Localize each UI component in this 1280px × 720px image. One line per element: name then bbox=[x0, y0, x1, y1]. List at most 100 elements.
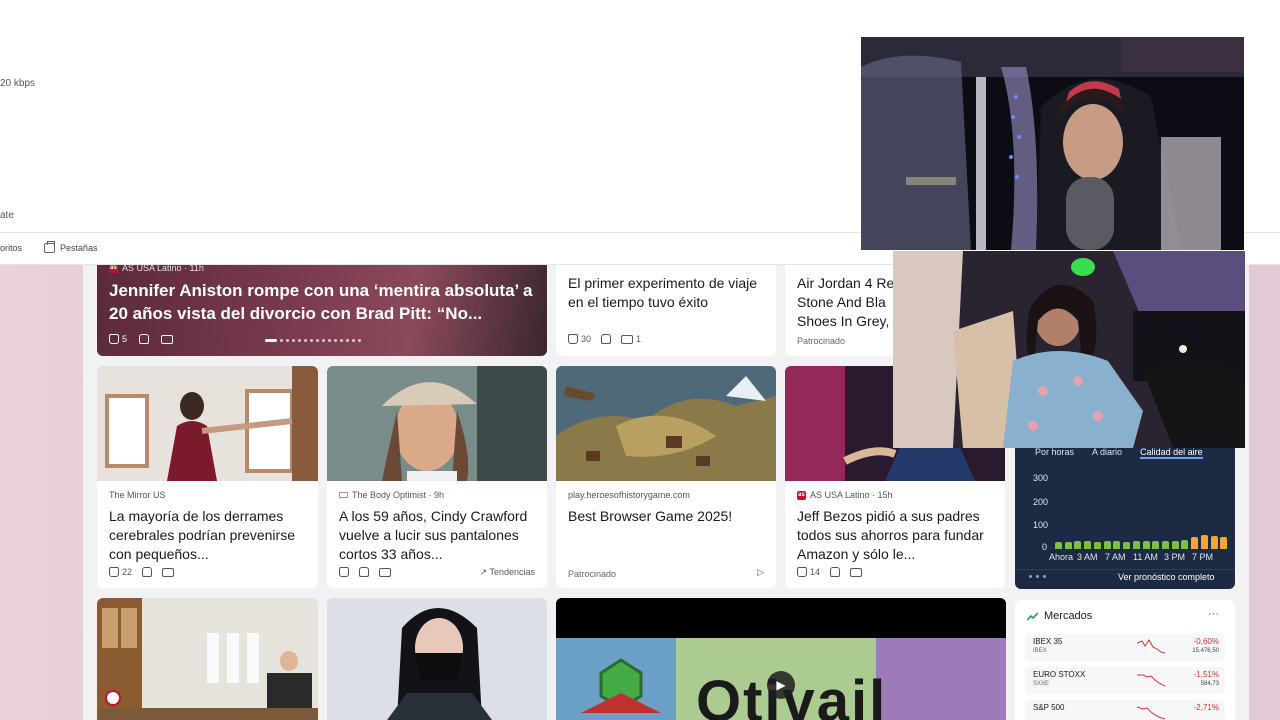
card-source: as AS USA Latino · 15h bbox=[797, 490, 893, 500]
card-actions: 30 1 bbox=[568, 334, 641, 344]
markets-header[interactable]: Mercados bbox=[1027, 610, 1092, 622]
news-card-warrior[interactable] bbox=[327, 598, 547, 720]
carousel-dot[interactable] bbox=[310, 339, 313, 342]
carousel-dot[interactable] bbox=[328, 339, 331, 342]
like-button[interactable]: 30 bbox=[568, 334, 591, 344]
news-card-cindy-crawford[interactable]: The Body Optimist · 9h A los 59 años, Ci… bbox=[327, 366, 547, 588]
aqi-bar bbox=[1152, 541, 1159, 549]
carousel-dot[interactable] bbox=[340, 339, 343, 342]
card-source: The Body Optimist · 9h bbox=[339, 490, 444, 500]
market-value: 15.476,50 bbox=[1192, 648, 1219, 654]
carousel-dot[interactable] bbox=[316, 339, 319, 342]
tab-hourly[interactable]: Por horas bbox=[1035, 447, 1074, 459]
card-image bbox=[97, 598, 318, 720]
card-image bbox=[556, 366, 776, 481]
favorites-item[interactable]: oritos bbox=[0, 243, 22, 253]
video-card[interactable]: Otivail ▶ bbox=[556, 598, 1006, 720]
dislike-button[interactable] bbox=[359, 567, 369, 577]
market-symbol: SXXE bbox=[1033, 681, 1050, 687]
carousel-dot[interactable] bbox=[265, 339, 277, 342]
card-source: play.heroesofhistorygame.com bbox=[568, 490, 690, 500]
aqi-bar bbox=[1191, 537, 1198, 549]
trending-label: ↗ Tendencias bbox=[480, 567, 535, 578]
carousel-dot[interactable] bbox=[286, 339, 289, 342]
x-axis-label: 3 PM bbox=[1164, 552, 1186, 562]
market-symbol: IBEX bbox=[1033, 648, 1047, 654]
hero-card[interactable]: as AS USA Latino · 11h Jennifer Aniston … bbox=[97, 265, 547, 356]
carousel-dots[interactable] bbox=[265, 339, 361, 342]
thumbs-up-icon bbox=[109, 334, 119, 344]
x-axis-label: Ahora bbox=[1049, 552, 1074, 562]
dislike-button[interactable] bbox=[601, 334, 612, 344]
play-icon[interactable]: ▶ bbox=[767, 671, 795, 699]
sponsored-label: Patrocinado bbox=[797, 336, 846, 346]
card-title[interactable]: A los 59 años, Cindy Crawford vuelve a l… bbox=[339, 507, 537, 564]
aqi-bar bbox=[1065, 542, 1072, 549]
market-change: -1,51% bbox=[1193, 670, 1219, 679]
news-card-strokes[interactable]: The Mirror US La mayoría de los derrames… bbox=[97, 366, 318, 588]
carousel-dot[interactable] bbox=[292, 339, 295, 342]
y-axis-label: 200 bbox=[1033, 497, 1049, 507]
market-row-eurostoxx[interactable]: EURO STOXX SXXE -1,51% 584,73 bbox=[1025, 667, 1225, 694]
aqi-bar bbox=[1181, 540, 1188, 549]
card-title[interactable]: El primer experimento de viaje en el tie… bbox=[568, 274, 766, 312]
card-image bbox=[327, 366, 547, 481]
like-button[interactable]: 14 bbox=[797, 567, 820, 577]
tab-air-quality[interactable]: Calidad del aire bbox=[1140, 447, 1203, 459]
comment-button[interactable]: 1 bbox=[621, 334, 641, 344]
card-title[interactable]: La mayoría de los derrames cerebrales po… bbox=[109, 507, 308, 564]
market-row-sp500[interactable]: S&P 500 -2,71% bbox=[1025, 700, 1225, 720]
card-source-text: AS USA Latino · 15h bbox=[810, 490, 893, 500]
comment-count: 1 bbox=[636, 334, 642, 344]
dislike-button[interactable] bbox=[830, 567, 841, 577]
carousel-dot[interactable] bbox=[334, 339, 337, 342]
tab-daily[interactable]: A diario bbox=[1092, 447, 1122, 459]
air-quality-chart bbox=[1055, 521, 1230, 549]
aqi-bar bbox=[1123, 542, 1130, 549]
comment-button[interactable] bbox=[379, 567, 391, 577]
pager-dots[interactable] bbox=[1029, 575, 1046, 578]
comment-button[interactable] bbox=[162, 567, 175, 577]
comment-icon bbox=[379, 567, 391, 577]
markets-title: Mercados bbox=[1044, 610, 1093, 622]
y-axis-label: 100 bbox=[1033, 520, 1049, 530]
carousel-dot[interactable] bbox=[346, 339, 349, 342]
hero-title[interactable]: Jennifer Aniston rompe con una ‘mentira … bbox=[109, 279, 535, 325]
dislike-button[interactable] bbox=[139, 334, 150, 344]
dislike-button[interactable] bbox=[142, 567, 153, 577]
publisher-logo-icon bbox=[105, 690, 121, 706]
carousel-dot[interactable] bbox=[298, 339, 301, 342]
tabs-item[interactable]: Pestañas bbox=[44, 241, 98, 253]
aqi-bar bbox=[1201, 535, 1208, 549]
comment-icon bbox=[162, 567, 175, 577]
markets-widget: Mercados ··· IBEX 35 IBEX -0,60% 15.476,… bbox=[1015, 600, 1235, 720]
like-button[interactable] bbox=[339, 567, 349, 577]
card-actions: 22 bbox=[109, 567, 175, 577]
news-card-browser-game[interactable]: play.heroesofhistorygame.com Best Browse… bbox=[556, 366, 776, 588]
card-source: The Mirror US bbox=[109, 490, 166, 500]
aqi-bar bbox=[1133, 541, 1140, 549]
like-button[interactable]: 5 bbox=[109, 334, 127, 344]
market-row-ibex[interactable]: IBEX 35 IBEX -0,60% 15.476,50 bbox=[1025, 634, 1225, 661]
like-button[interactable]: 22 bbox=[109, 567, 132, 577]
comment-button[interactable] bbox=[850, 567, 863, 577]
more-options-icon[interactable]: ··· bbox=[1208, 608, 1219, 620]
ad-choices-icon[interactable]: ▷ bbox=[757, 567, 764, 578]
market-name: S&P 500 bbox=[1033, 703, 1065, 712]
aqi-bar bbox=[1074, 541, 1081, 549]
comment-button[interactable] bbox=[161, 334, 174, 344]
card-title[interactable]: Jeff Bezos pidió a sus padres todos sus … bbox=[797, 507, 995, 564]
carousel-dot[interactable] bbox=[322, 339, 325, 342]
card-title[interactable]: Air Jordan 4 Re Stone And Bla Shoes In G… bbox=[797, 274, 897, 331]
thumbs-up-icon bbox=[109, 567, 119, 577]
carousel-dot[interactable] bbox=[304, 339, 307, 342]
card-title[interactable]: Best Browser Game 2025! bbox=[568, 507, 766, 526]
carousel-dot[interactable] bbox=[358, 339, 361, 342]
weather-widget: Por horas A diario Calidad del aire 300 … bbox=[1015, 443, 1235, 589]
news-card-time-travel[interactable]: El primer experimento de viaje en el tie… bbox=[556, 265, 776, 356]
carousel-dot[interactable] bbox=[352, 339, 355, 342]
card-image bbox=[327, 598, 547, 720]
full-forecast-link[interactable]: Ver pronóstico completo bbox=[1118, 572, 1215, 582]
carousel-dot[interactable] bbox=[280, 339, 283, 342]
news-card-room[interactable] bbox=[97, 598, 318, 720]
